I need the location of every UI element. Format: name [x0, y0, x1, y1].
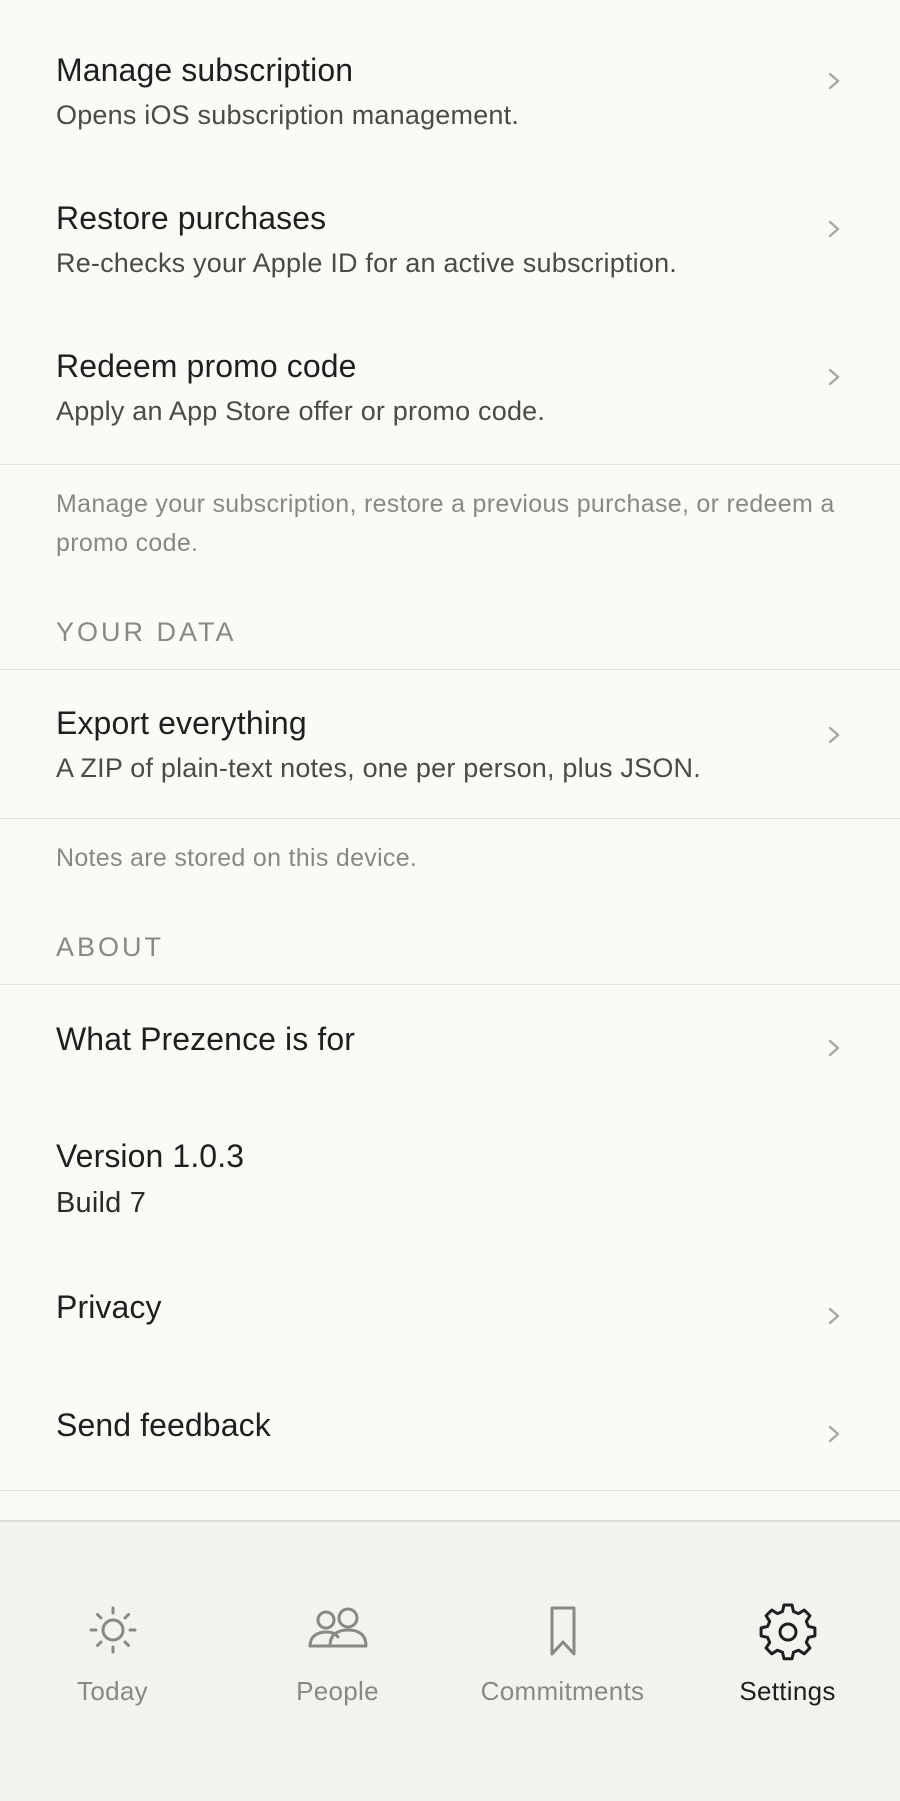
restore-purchases-title: Restore purchases [56, 200, 327, 236]
chevron-right-icon [824, 66, 844, 96]
tab-settings[interactable]: Settings [675, 1600, 900, 1707]
subscription-footnote: Manage your subscription, restore a prev… [56, 490, 835, 557]
section-divider [0, 464, 900, 465]
manage-subscription-subtitle: Opens iOS subscription management. [56, 100, 520, 130]
chevron-right-icon [824, 1301, 844, 1331]
privacy-title: Privacy [56, 1289, 162, 1325]
redeem-promo-code-row[interactable]: Redeem promo code Apply an App Store off… [0, 296, 900, 464]
section-divider [0, 818, 900, 819]
tab-settings-label: Settings [739, 1676, 836, 1706]
export-everything-subtitle: A ZIP of plain-text notes, one per perso… [56, 753, 701, 783]
tab-bar: Today People Commitments Settings [0, 1520, 900, 1801]
tab-people[interactable]: People [225, 1600, 450, 1707]
settings-screen: Manage subscription Opens iOS subscripti… [0, 0, 900, 1801]
gear-icon [756, 1600, 820, 1664]
tab-commitments-label: Commitments [480, 1676, 645, 1706]
redeem-promo-code-subtitle: Apply an App Store offer or promo code. [56, 396, 546, 426]
chevron-right-icon [824, 1419, 844, 1449]
chevron-right-icon [824, 720, 844, 750]
build-number: Build 7 [56, 1187, 147, 1219]
your-data-footnote: Notes are stored on this device. [56, 844, 418, 872]
manage-subscription-row[interactable]: Manage subscription Opens iOS subscripti… [0, 0, 900, 148]
section-header-your-data: YOUR DATA [56, 617, 237, 647]
chevron-right-icon [824, 362, 844, 392]
people-icon [306, 1600, 370, 1664]
version-title: Version 1.0.3 [56, 1138, 245, 1174]
section-divider [0, 1490, 900, 1491]
privacy-row[interactable]: Privacy [0, 1253, 900, 1371]
bookmark-icon [531, 1600, 595, 1664]
what-prezence-is-for-title: What Prezence is for [56, 1021, 355, 1057]
send-feedback-row[interactable]: Send feedback [0, 1371, 900, 1489]
chevron-right-icon [824, 214, 844, 244]
tab-today[interactable]: Today [0, 1600, 225, 1707]
export-everything-row[interactable]: Export everything A ZIP of plain-text no… [0, 670, 900, 818]
sun-icon [81, 1600, 145, 1664]
chevron-right-icon [824, 1033, 844, 1063]
redeem-promo-code-title: Redeem promo code [56, 348, 357, 384]
export-everything-title: Export everything [56, 705, 307, 741]
restore-purchases-subtitle: Re-checks your Apple ID for an active su… [56, 248, 677, 278]
restore-purchases-row[interactable]: Restore purchases Re-checks your Apple I… [0, 148, 900, 296]
send-feedback-title: Send feedback [56, 1407, 271, 1443]
version-row: Version 1.0.3 Build 7 [0, 1103, 900, 1253]
section-header-about: ABOUT [56, 932, 165, 962]
what-prezence-is-for-row[interactable]: What Prezence is for [0, 985, 900, 1103]
tab-today-label: Today [77, 1676, 148, 1706]
manage-subscription-title: Manage subscription [56, 52, 354, 88]
tab-people-label: People [296, 1676, 379, 1706]
tab-commitments[interactable]: Commitments [450, 1600, 675, 1707]
